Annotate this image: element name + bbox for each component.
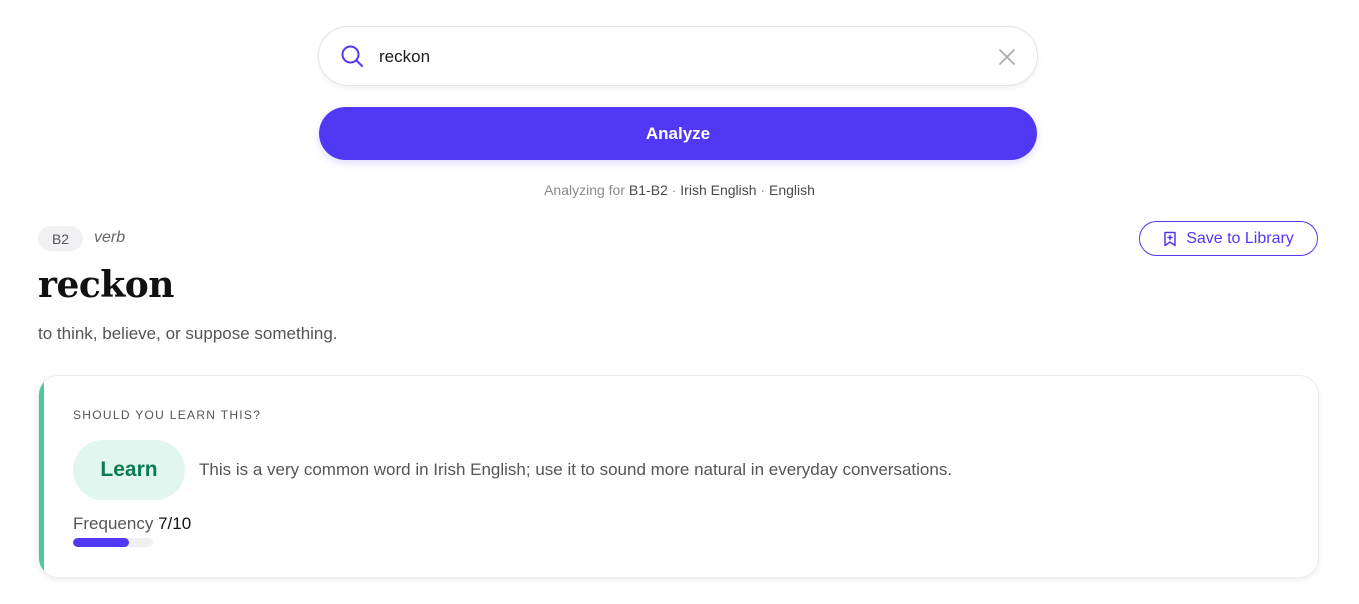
bookmark-icon (1164, 231, 1176, 246)
recommendation-card: SHOULD YOU LEARN THIS? Learn This is a v… (38, 375, 1319, 578)
verdict-badge: Learn (73, 440, 185, 500)
card-heading: SHOULD YOU LEARN THIS? (73, 408, 262, 422)
save-to-library-button[interactable]: Save to Library (1139, 221, 1318, 256)
context-language: English (769, 182, 815, 198)
search-input[interactable] (379, 45, 979, 69)
context-prefix: Analyzing for (544, 182, 626, 198)
frequency-value: 7/10 (158, 514, 192, 533)
search-icon (341, 45, 363, 67)
frequency-caption: Frequency (73, 514, 154, 533)
save-button-label: Save to Library (1186, 229, 1294, 247)
frequency-bar-fill (73, 538, 129, 547)
context-variety: Irish English (680, 182, 757, 198)
recommendation-text: This is a very common word in Irish Engl… (199, 460, 953, 479)
word-title: reckon (38, 264, 174, 306)
analysis-context: Analyzing for B1-B2 · Irish English · En… (0, 182, 1359, 198)
context-separator: · (667, 182, 681, 198)
definition: to think, believe, or suppose something. (38, 324, 338, 343)
frequency-label: Frequency 7/10 (73, 514, 191, 534)
search-bar[interactable] (318, 26, 1038, 86)
part-of-speech: verb (94, 229, 126, 246)
close-icon[interactable] (997, 47, 1017, 67)
level-badge: B2 (38, 226, 83, 251)
context-separator: · (756, 182, 769, 198)
card-accent-bar (39, 376, 44, 577)
analyze-button[interactable]: Analyze (319, 107, 1037, 160)
frequency-bar (73, 538, 153, 547)
context-level: B1-B2 (628, 182, 668, 198)
